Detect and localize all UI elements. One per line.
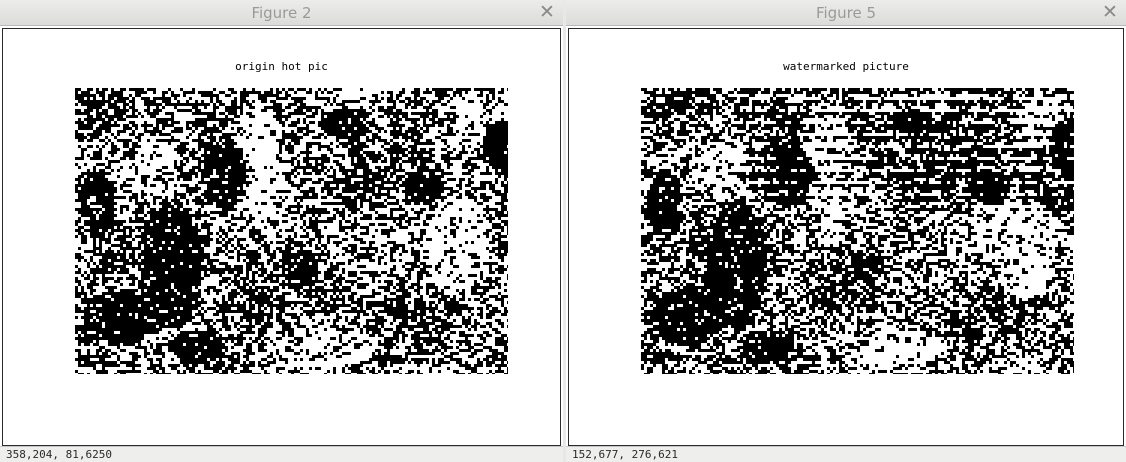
figure-canvas[interactable]: origin hot pic	[2, 28, 561, 446]
window-title: Figure 5	[815, 4, 877, 22]
cursor-coordinates: 358,204, 81,6250	[6, 448, 112, 461]
window-title: Figure 2	[251, 4, 312, 22]
plot-image[interactable]	[641, 88, 1074, 374]
cursor-coordinates: 152,677, 276,621	[572, 448, 678, 461]
binary-image	[641, 88, 1074, 374]
figure-window-5[interactable]: Figure 5 ✕ watermarked picture 152,677, …	[566, 0, 1126, 462]
desktop: Figure 2 ✕ origin hot pic 358,204, 81,62…	[0, 0, 1126, 462]
figure-canvas[interactable]: watermarked picture	[568, 28, 1124, 446]
plot-image[interactable]	[75, 88, 508, 374]
titlebar[interactable]: Figure 5 ✕	[566, 0, 1126, 26]
figure-window-2[interactable]: Figure 2 ✕ origin hot pic 358,204, 81,62…	[0, 0, 563, 462]
titlebar[interactable]: Figure 2 ✕	[0, 0, 563, 26]
plot-title: watermarked picture	[783, 60, 909, 73]
status-bar: 358,204, 81,6250	[0, 446, 563, 462]
plot-title: origin hot pic	[235, 60, 328, 73]
close-icon[interactable]: ✕	[1100, 1, 1120, 23]
close-icon[interactable]: ✕	[537, 1, 557, 23]
binary-image	[75, 88, 508, 374]
status-bar: 152,677, 276,621	[566, 446, 1126, 462]
